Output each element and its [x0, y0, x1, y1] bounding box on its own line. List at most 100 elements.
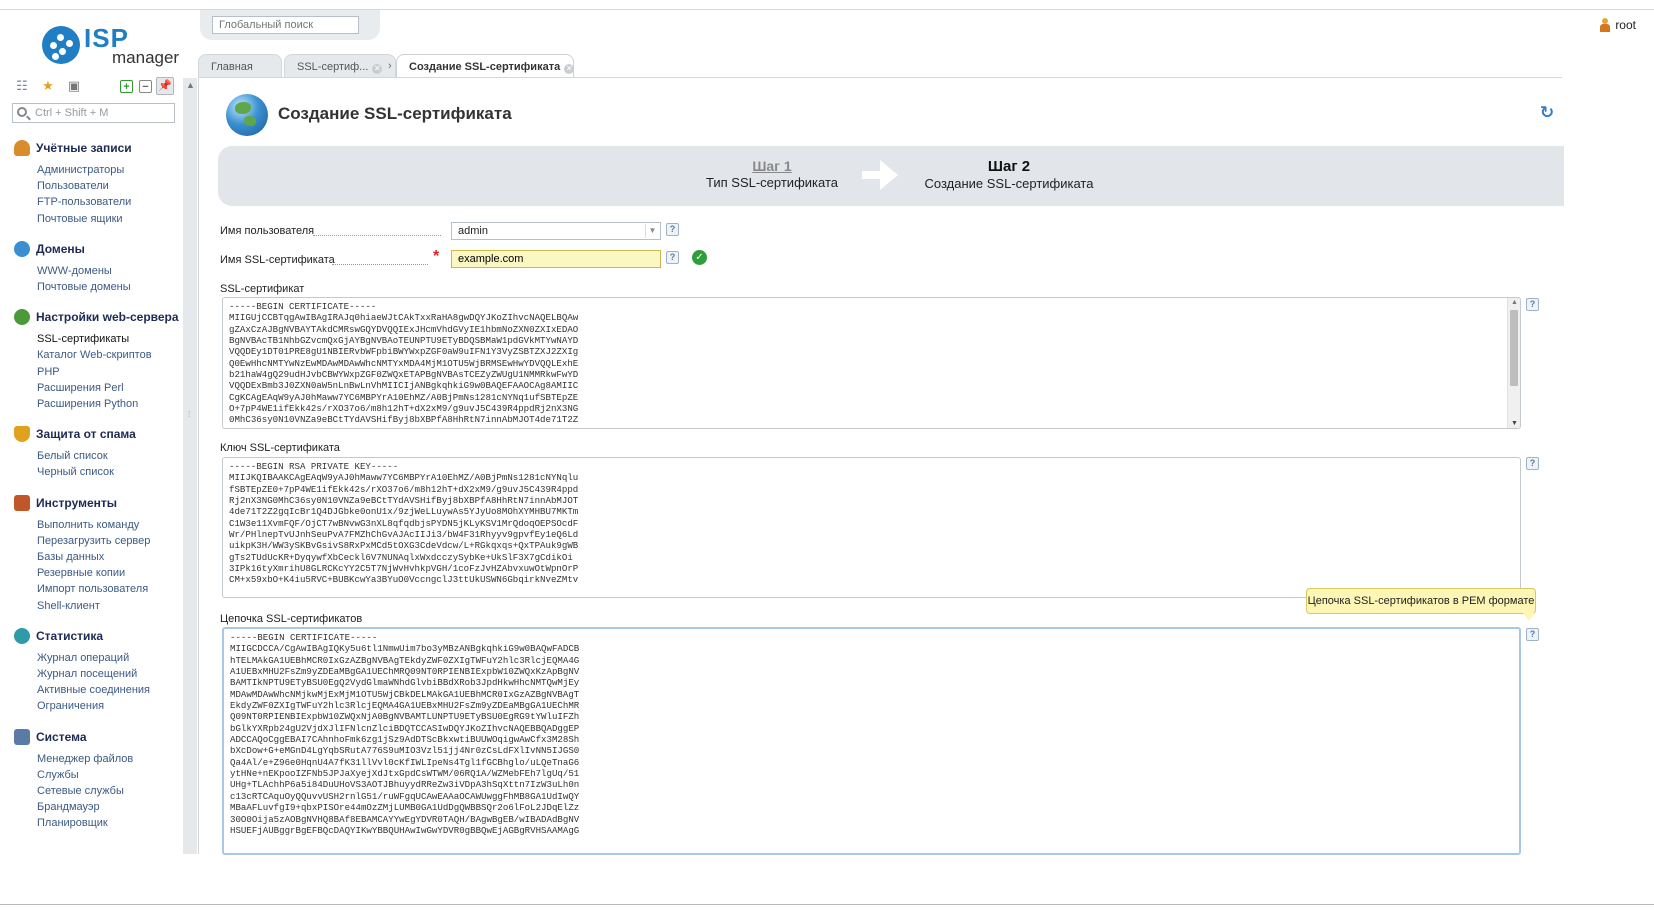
step-title[interactable]: Шаг 1	[704, 158, 840, 174]
help-icon[interactable]: ?	[1526, 298, 1539, 311]
step-description: Создание SSL-сертификата	[924, 176, 1094, 191]
menu-toolbar: ☷ ★ ▣ + − 📌	[12, 77, 178, 96]
sidebar-item-administrators[interactable]: Администраторы	[37, 162, 184, 178]
close-icon[interactable]: ✕	[564, 64, 575, 74]
sidebar-item-mail-domains[interactable]: Почтовые домены	[37, 279, 184, 295]
sidebar-item-limits[interactable]: Ограничения	[37, 698, 184, 714]
certname-input[interactable]	[451, 250, 661, 268]
arrow-right-icon	[862, 160, 900, 190]
sidebar-item-shell[interactable]: Shell-клиент	[37, 598, 184, 614]
sidebar-item-file-manager[interactable]: Менеджер файлов	[37, 751, 184, 767]
tab-create-ssl[interactable]: Создание SSL-сертификата ✕	[396, 54, 575, 78]
sidebar-item-ssl-certificates[interactable]: SSL-сертификаты	[37, 331, 184, 347]
sidebar-item-run-command[interactable]: Выполнить команду	[37, 517, 184, 533]
menu-group-header[interactable]: Настройки web-сервера	[14, 307, 184, 327]
scroll-thumb[interactable]	[1510, 310, 1518, 386]
help-icon[interactable]: ?	[1526, 457, 1539, 470]
sidebar-item-active-connections[interactable]: Активные соединения	[37, 682, 184, 698]
help-icon[interactable]: ?	[666, 251, 679, 264]
menu-group-title: Домены	[36, 241, 85, 256]
resize-grip-icon[interactable]: ⁞	[188, 410, 190, 419]
chevron-down-icon[interactable]: ▼	[645, 224, 659, 238]
expand-all-icon[interactable]: +	[120, 80, 133, 93]
sidebar-item-services[interactable]: Службы	[37, 767, 184, 783]
help-icon[interactable]: ?	[666, 223, 679, 236]
username-select[interactable]: admin ▼	[451, 222, 661, 240]
wizard-step-1[interactable]: Шаг 1 Тип SSL-сертификата	[704, 158, 840, 190]
help-icon[interactable]: ?	[1526, 628, 1539, 641]
sidebar-menu: Учётные записи Администраторы Пользовате…	[14, 138, 184, 850]
sidebar-item-python[interactable]: Расширения Python	[37, 396, 184, 412]
sidebar-item-reboot[interactable]: Перезагрузить сервер	[37, 533, 184, 549]
global-search-input[interactable]	[212, 16, 359, 34]
bottom-border	[0, 904, 1654, 910]
isp-manager-logo[interactable]: ISP manager	[42, 24, 179, 70]
step-title: Шаг 2	[987, 158, 1031, 175]
user-icon	[1599, 18, 1611, 32]
menu-search-input[interactable]: Ctrl + Shift + M	[12, 103, 175, 123]
collapse-all-icon[interactable]: −	[139, 80, 152, 93]
menu-group-header[interactable]: Инструменты	[14, 493, 184, 513]
menu-group-header[interactable]: Учётные записи	[14, 138, 184, 158]
menu-group-spam: Защита от спама Белый список Черный спис…	[14, 424, 184, 480]
sidebar-item-perl[interactable]: Расширения Perl	[37, 380, 184, 396]
sidebar-item-users[interactable]: Пользователи	[37, 178, 184, 194]
menu-group-header[interactable]: Защита от спама	[14, 424, 184, 444]
menu-group-header[interactable]: Система	[14, 727, 184, 747]
menu-search-placeholder: Ctrl + Shift + M	[35, 107, 109, 119]
menu-group-header[interactable]: Домены	[14, 239, 184, 259]
sidebar-item-visits-log[interactable]: Журнал посещений	[37, 666, 184, 682]
scroll-down-icon[interactable]: ▼	[1511, 420, 1518, 427]
wizard-steps: Шаг 1 Тип SSL-сертификата Шаг 2 Создание…	[218, 146, 1564, 206]
sidebar-item-php[interactable]: PHP	[37, 364, 184, 380]
chain-textarea[interactable]: -----BEGIN CERTIFICATE----- MIIGCDCCA/Cg…	[222, 627, 1521, 855]
sidebar-item-ftp-users[interactable]: FTP-пользователи	[37, 194, 184, 210]
menu-group-title: Статистика	[36, 628, 104, 643]
pin-icon[interactable]: 📌	[156, 77, 174, 95]
sidebar-item-network-services[interactable]: Сетевые службы	[37, 783, 184, 799]
tab-home[interactable]: Главная	[198, 54, 282, 78]
menu-group-statistics: Статистика Журнал операций Журнал посеще…	[14, 626, 184, 715]
user-icon	[14, 140, 30, 156]
cert-text: -----BEGIN CERTIFICATE----- MIIGUjCCBTqg…	[229, 301, 579, 426]
sidebar-item-blacklist[interactable]: Черный список	[37, 464, 184, 480]
shield-icon	[14, 426, 30, 443]
sidebar-item-web-scripts[interactable]: Каталог Web-скриптов	[37, 347, 184, 363]
close-icon[interactable]: ✕	[372, 64, 383, 74]
dashboard-icon[interactable]: ▣	[66, 78, 82, 94]
tab-ssl-certificates[interactable]: SSL-сертиф... ✕	[284, 54, 396, 78]
menu-group-system: Система Менеджер файлов Службы Сетевые с…	[14, 727, 184, 832]
menu-group-title: Система	[36, 729, 87, 744]
tab-label: SSL-сертиф...	[297, 61, 369, 73]
sidebar-item-backups[interactable]: Резервные копии	[37, 565, 184, 581]
menu-group-title: Настройки web-сервера	[36, 310, 179, 325]
cert-textarea[interactable]: -----BEGIN CERTIFICATE----- MIIGUjCCBTqg…	[222, 297, 1521, 429]
favorites-star-icon[interactable]: ★	[40, 78, 56, 94]
user-menu[interactable]: root	[1599, 18, 1636, 32]
breadcrumb-chevron-icon: ›	[388, 60, 392, 72]
menu-group-tools: Инструменты Выполнить команду Перезагруз…	[14, 493, 184, 614]
chain-text: -----BEGIN CERTIFICATE----- MIIGCDCCA/Cg…	[230, 632, 580, 836]
textarea-scrollbar[interactable]: ▲ ▼	[1507, 298, 1520, 428]
sidebar-item-firewall[interactable]: Брандмауэр	[37, 799, 184, 815]
tabs-divider	[198, 77, 1562, 78]
logo-ball-icon	[42, 26, 80, 64]
tree-view-icon[interactable]: ☷	[14, 78, 30, 94]
scroll-up-icon[interactable]: ▲	[186, 80, 195, 90]
sidebar-item-databases[interactable]: Базы данных	[37, 549, 184, 565]
sidebar-item-mailboxes[interactable]: Почтовые ящики	[37, 211, 184, 227]
key-text: -----BEGIN RSA PRIVATE KEY----- MIIJKQIB…	[229, 461, 579, 586]
sidebar-item-operations-log[interactable]: Журнал операций	[37, 650, 184, 666]
sidebar-item-whitelist[interactable]: Белый список	[37, 448, 184, 464]
sidebar-item-www-domains[interactable]: WWW-домены	[37, 263, 184, 279]
top-border	[0, 0, 1654, 10]
refresh-icon[interactable]: ↻	[1538, 104, 1556, 122]
scroll-up-icon[interactable]: ▲	[1511, 299, 1518, 306]
key-textarea[interactable]: -----BEGIN RSA PRIVATE KEY----- MIIJKQIB…	[222, 457, 1521, 598]
menu-group-header[interactable]: Статистика	[14, 626, 184, 646]
sidebar-item-scheduler[interactable]: Планировщик	[37, 815, 184, 831]
sidebar-scrollbar[interactable]: ▲ ⁞	[183, 78, 197, 854]
menu-group-domains: Домены WWW-домены Почтовые домены	[14, 239, 184, 295]
tools-icon	[14, 494, 30, 511]
sidebar-item-import-user[interactable]: Импорт пользователя	[37, 581, 184, 597]
